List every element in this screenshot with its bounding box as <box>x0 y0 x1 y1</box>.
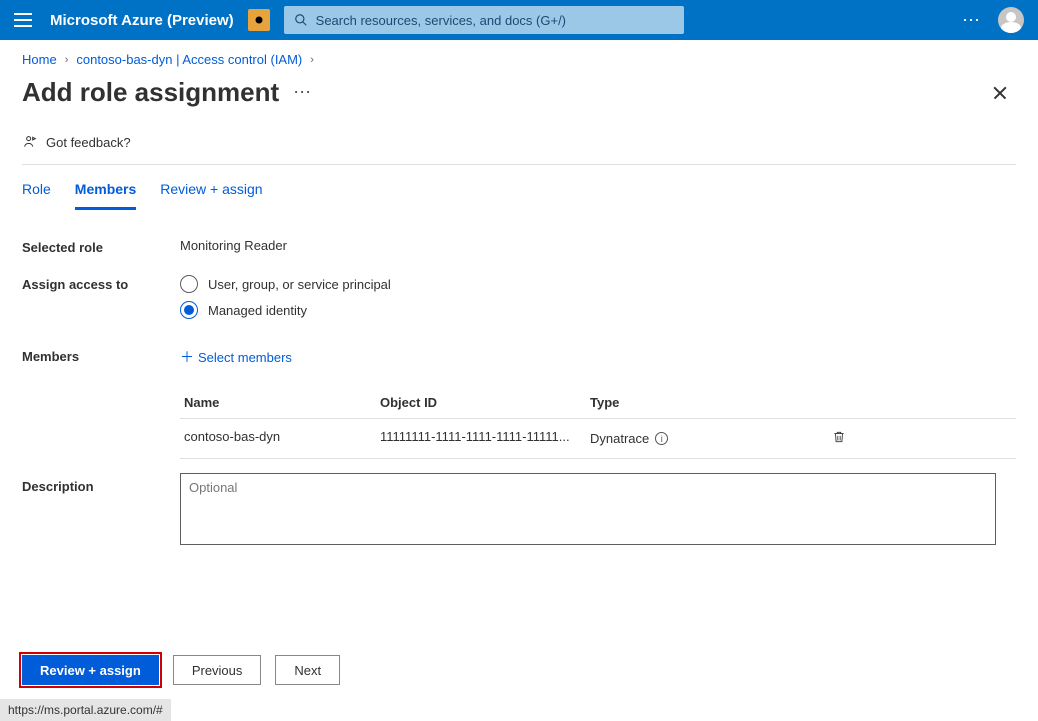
tab-members[interactable]: Members <box>75 175 136 210</box>
plus-icon: ＋ <box>180 347 194 367</box>
search-input[interactable] <box>316 13 674 28</box>
feedback-icon <box>22 134 38 150</box>
cell-name: contoso-bas-dyn <box>180 429 380 448</box>
radio-icon <box>180 301 198 319</box>
info-icon[interactable]: i <box>655 432 668 445</box>
tab-role[interactable]: Role <box>22 175 51 210</box>
radio-user-group-sp[interactable]: User, group, or service principal <box>180 275 1016 293</box>
table-row: contoso-bas-dyn 11111111-1111-1111-1111-… <box>180 419 1016 459</box>
feedback-link[interactable]: Got feedback? <box>0 118 1038 164</box>
breadcrumb-item[interactable]: contoso-bas-dyn | Access control (IAM) <box>76 52 302 67</box>
feedback-label: Got feedback? <box>46 135 131 150</box>
search-icon <box>294 13 308 27</box>
close-icon[interactable] <box>992 85 1008 101</box>
menu-icon[interactable] <box>14 13 32 27</box>
radio-icon <box>180 275 198 293</box>
breadcrumb-home[interactable]: Home <box>22 52 57 67</box>
members-label: Members <box>22 347 180 364</box>
search-box[interactable] <box>284 6 684 34</box>
col-objectid-header: Object ID <box>380 395 590 410</box>
radio-managed-identity[interactable]: Managed identity <box>180 301 1016 319</box>
tab-review-assign[interactable]: Review + assign <box>160 175 262 210</box>
chevron-right-icon: › <box>310 54 314 66</box>
chevron-right-icon: › <box>65 54 69 66</box>
radio-label: User, group, or service principal <box>208 277 391 292</box>
col-name-header: Name <box>180 395 380 410</box>
cell-type: Dynatrace <box>590 431 649 446</box>
selected-role-value: Monitoring Reader <box>180 238 1016 253</box>
selected-role-label: Selected role <box>22 238 180 255</box>
col-type-header: Type <box>590 395 800 410</box>
status-url: https://ms.portal.azure.com/# <box>0 699 171 721</box>
breadcrumb: Home › contoso-bas-dyn | Access control … <box>0 40 1038 73</box>
footer-buttons: Review + assign Previous Next <box>22 655 340 685</box>
title-more-icon[interactable]: ⋯ <box>293 82 311 103</box>
title-bar: Add role assignment ⋯ <box>0 73 1038 118</box>
description-row: Description <box>0 459 1038 548</box>
page-title: Add role assignment <box>22 77 279 108</box>
delete-icon[interactable] <box>832 429 846 448</box>
members-table: Name Object ID Type contoso-bas-dyn 1111… <box>180 387 1016 459</box>
previous-button[interactable]: Previous <box>173 655 262 685</box>
description-label: Description <box>22 473 180 548</box>
review-assign-button[interactable]: Review + assign <box>22 655 159 685</box>
bug-icon[interactable] <box>248 9 270 31</box>
radio-label: Managed identity <box>208 303 307 318</box>
table-header: Name Object ID Type <box>180 387 1016 419</box>
tabs: Role Members Review + assign <box>0 165 1038 210</box>
cell-objectid: 11111111-1111-1111-1111-11111... <box>380 429 590 448</box>
select-members-link[interactable]: ＋ Select members <box>180 347 292 367</box>
select-members-label: Select members <box>198 350 292 365</box>
form-area: Selected role Monitoring Reader Assign a… <box>0 210 1038 459</box>
more-icon[interactable]: ⋯ <box>962 10 982 31</box>
assign-access-label: Assign access to <box>22 275 180 292</box>
top-bar: Microsoft Azure (Preview) ⋯ <box>0 0 1038 40</box>
description-input[interactable] <box>180 473 996 545</box>
next-button[interactable]: Next <box>275 655 340 685</box>
brand-title: Microsoft Azure (Preview) <box>50 12 234 29</box>
avatar[interactable] <box>998 7 1024 33</box>
